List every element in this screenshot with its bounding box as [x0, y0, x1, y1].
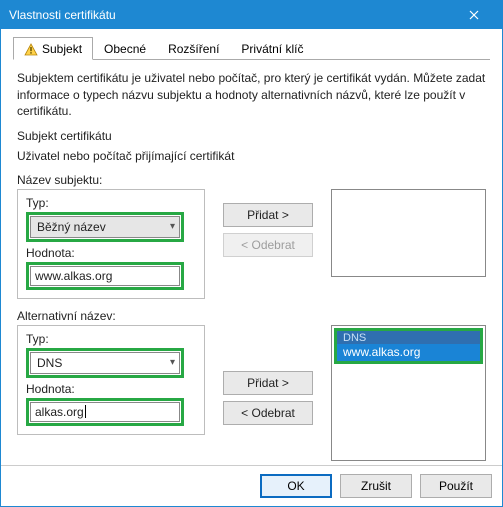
alt-name-label: Alternativní název: — [17, 309, 486, 323]
tab-obecne[interactable]: Obecné — [93, 37, 157, 60]
alt-add-button[interactable]: Přidat > — [223, 371, 313, 395]
window-title: Vlastnosti certifikátu — [9, 8, 116, 22]
cancel-button[interactable]: Zrušit — [340, 474, 412, 498]
subject-name-label: Název subjektu: — [17, 173, 486, 187]
alt-value-input[interactable]: alkas.org — [30, 402, 180, 422]
text-caret — [85, 405, 86, 418]
alt-list-item-type: DNS — [337, 331, 480, 344]
alt-type-label: Typ: — [26, 332, 196, 346]
subject-type-value: Běžný název — [37, 220, 106, 234]
ok-button[interactable]: OK — [260, 474, 332, 498]
tab-body: Subjektem certifikátu je uživatel nebo p… — [13, 60, 490, 465]
value-label: Hodnota: — [26, 246, 196, 260]
tab-rozsireni[interactable]: Rozšíření — [157, 37, 230, 60]
alt-list-item-value: www.alkas.org — [337, 344, 480, 361]
content-area: Subjekt Obecné Rozšíření Privátní klíč S… — [1, 29, 502, 465]
alt-remove-button[interactable]: < Odebrat — [223, 401, 313, 425]
warning-icon — [24, 43, 38, 56]
alt-value-highlight: alkas.org — [26, 398, 184, 426]
subject-value-highlight: www.alkas.org — [26, 262, 184, 290]
tab-subjekt-label: Subjekt — [42, 42, 82, 56]
alt-name-group: Typ: DNS ▾ Hodnota: alkas.org — [17, 325, 205, 435]
subject-name-group: Typ: Běžný název ▾ Hodnota: www.alkas.or… — [17, 189, 205, 299]
titlebar: Vlastnosti certifikátu — [1, 1, 502, 29]
tab-strip: Subjekt Obecné Rozšíření Privátní klíč — [13, 37, 490, 60]
subject-heading: Subjekt certifikátu — [17, 129, 486, 143]
subject-type-highlight: Běžný název ▾ — [26, 212, 184, 242]
alt-type-highlight: DNS ▾ — [26, 348, 184, 378]
chevron-down-icon: ▾ — [170, 357, 175, 368]
tab-privatni[interactable]: Privátní klíč — [230, 37, 314, 60]
subject-type-combo[interactable]: Běžný název ▾ — [30, 216, 180, 238]
dialog-footer: OK Zrušit Použít — [1, 465, 502, 506]
subject-name-area: Typ: Běžný název ▾ Hodnota: www.alkas.or… — [17, 189, 486, 307]
apply-button[interactable]: Použít — [420, 474, 492, 498]
alt-type-value: DNS — [37, 356, 62, 370]
tab-subjekt[interactable]: Subjekt — [13, 37, 93, 60]
subject-value-text: www.alkas.org — [35, 269, 112, 283]
alt-result-list[interactable]: DNS www.alkas.org — [331, 325, 486, 461]
alt-name-area: Typ: DNS ▾ Hodnota: alkas.org — [17, 325, 486, 461]
alt-list-item[interactable]: DNS www.alkas.org — [334, 328, 483, 364]
recipient-text: Uživatel nebo počítač přijímající certif… — [17, 149, 486, 163]
subject-value-input[interactable]: www.alkas.org — [30, 266, 180, 286]
alt-value-label: Hodnota: — [26, 382, 196, 396]
alt-value-text: alkas.org — [35, 405, 84, 419]
description-text: Subjektem certifikátu je uživatel nebo p… — [17, 70, 486, 119]
alt-type-combo[interactable]: DNS ▾ — [30, 352, 180, 374]
chevron-down-icon: ▾ — [170, 221, 175, 232]
type-label: Typ: — [26, 196, 196, 210]
subject-result-list[interactable] — [331, 189, 486, 277]
subject-add-button[interactable]: Přidat > — [223, 203, 313, 227]
dialog-window: Vlastnosti certifikátu Subjekt Obecné Ro… — [0, 0, 503, 507]
close-button[interactable] — [454, 4, 494, 26]
close-icon — [469, 10, 479, 20]
subject-remove-button[interactable]: < Odebrat — [223, 233, 313, 257]
